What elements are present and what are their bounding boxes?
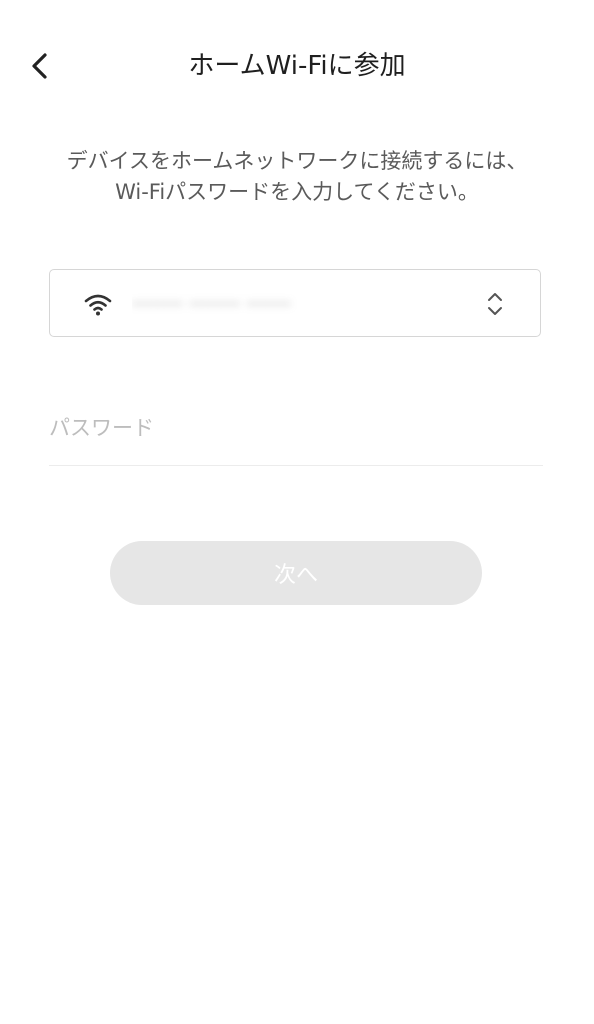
password-input[interactable] [49, 410, 543, 446]
network-selector[interactable]: ········ ········ ······· [49, 269, 541, 337]
header: ホームWi-Fiに参加 [0, 0, 594, 130]
next-button[interactable]: 次へ [110, 541, 482, 605]
wifi-icon [84, 294, 112, 316]
instruction-text: デバイスをホームネットワークに接続するには、 Wi-Fiパスワードを入力してくだ… [66, 149, 528, 204]
network-name: ········ ········ ······· [132, 290, 458, 318]
up-down-chevron-icon [488, 293, 502, 315]
next-button-label: 次へ [273, 563, 318, 588]
password-field [49, 400, 543, 466]
page-title: ホームWi-Fiに参加 [188, 51, 406, 81]
network-name-text: ········ ········ ······· [132, 292, 291, 316]
